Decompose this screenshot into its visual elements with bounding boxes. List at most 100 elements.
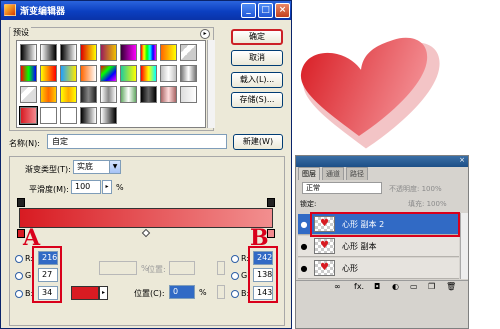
presets-label: 预设	[11, 27, 31, 38]
location-label: 位置(C):	[134, 289, 165, 298]
eye-icon[interactable]: ●	[299, 220, 309, 229]
opacity-stop-left[interactable]	[17, 198, 25, 207]
preset-swatch[interactable]	[40, 107, 57, 124]
preset-swatch[interactable]	[20, 65, 37, 82]
tab-paths[interactable]: 路径	[346, 167, 368, 180]
gradient-editor-dialog: 渐变编辑器 _ □ × 预设 ▸ 确定 取消 载入(L)... 存储(S)...…	[0, 0, 292, 329]
preset-swatch[interactable]	[20, 86, 37, 103]
location-input-disabled	[169, 261, 195, 275]
preset-swatch[interactable]	[160, 44, 177, 61]
delete-stop-disabled	[217, 261, 225, 275]
preset-swatch[interactable]	[80, 86, 97, 103]
preset-swatch[interactable]	[60, 107, 77, 124]
heart-icon: ♥	[320, 240, 329, 251]
gradient-preview-bar	[19, 208, 273, 228]
opacity-stop-right[interactable]	[267, 198, 275, 207]
link-icon[interactable]: ∞	[334, 282, 341, 291]
radio-icon	[15, 254, 23, 263]
preset-swatch[interactable]	[100, 107, 117, 124]
trash-icon[interactable]: 🗑	[446, 282, 456, 291]
preset-swatch[interactable]	[80, 107, 97, 124]
preset-swatch[interactable]	[120, 44, 137, 61]
close-icon[interactable]: ×	[459, 156, 465, 164]
location-unit: %	[199, 288, 207, 297]
tab-layers[interactable]: 图层	[298, 167, 320, 180]
preset-scrollbar[interactable]	[207, 40, 215, 128]
left-b-label[interactable]: B:	[15, 289, 33, 298]
radio-icon	[231, 271, 239, 280]
smoothness-label: 平滑度(M):	[29, 185, 69, 194]
preset-swatch[interactable]	[80, 44, 97, 61]
preset-swatch[interactable]	[100, 86, 117, 103]
left-values-highlight	[32, 246, 62, 303]
right-r-label[interactable]: R:	[231, 254, 249, 263]
preset-swatch[interactable]	[140, 86, 157, 103]
new-button[interactable]: 新建(W)	[233, 134, 283, 150]
name-input[interactable]: 自定	[47, 134, 227, 149]
adjustment-icon[interactable]: ◐	[392, 282, 399, 291]
marker-a-label: A	[23, 225, 41, 251]
preset-swatch[interactable]	[120, 86, 137, 103]
load-button[interactable]: 载入(L)...	[231, 72, 283, 88]
gradient-type-select[interactable]: 实底 ▼	[73, 160, 121, 174]
selected-layer-highlight	[310, 212, 460, 237]
preset-swatch[interactable]	[140, 44, 157, 61]
layer-row[interactable]: ● ♥ 心形 副本	[298, 236, 459, 257]
right-values-highlight	[248, 246, 278, 303]
preset-swatch[interactable]	[40, 86, 57, 103]
preset-swatch[interactable]	[180, 44, 197, 61]
preset-swatch[interactable]	[60, 44, 77, 61]
layers-scrollbar[interactable]	[460, 213, 468, 279]
panel-header: ×	[296, 156, 468, 167]
presets-group	[9, 27, 215, 131]
preset-swatch[interactable]	[20, 44, 37, 61]
new-layer-icon[interactable]: ❐	[428, 282, 435, 291]
color-menu-icon[interactable]: ▸	[99, 286, 108, 300]
preset-swatch[interactable]	[60, 86, 77, 103]
close-button[interactable]: ×	[275, 3, 290, 18]
folder-icon[interactable]: ▭	[410, 282, 418, 291]
app-icon	[4, 4, 16, 16]
heart-icon: ♥	[320, 262, 329, 273]
eye-icon[interactable]: ●	[299, 242, 309, 251]
preset-swatch[interactable]	[40, 65, 57, 82]
preset-swatch[interactable]	[19, 106, 38, 125]
smoothness-arrow-icon[interactable]: ▸	[102, 180, 112, 194]
preset-swatch[interactable]	[160, 65, 177, 82]
preset-swatch[interactable]	[100, 65, 117, 82]
preset-swatch-grid	[16, 40, 206, 128]
radio-icon	[231, 289, 239, 298]
right-b-label[interactable]: B:	[231, 289, 249, 298]
layer-row[interactable]: ● ♥ 心形	[298, 258, 459, 279]
fx-icon[interactable]: fx.	[354, 282, 364, 291]
location-input[interactable]: 0	[169, 285, 195, 299]
name-label: 名称(N):	[9, 139, 40, 148]
preset-swatch[interactable]	[180, 86, 197, 103]
preset-swatch[interactable]	[60, 65, 77, 82]
layer-name: 心形 副本	[342, 242, 377, 251]
preset-swatch[interactable]	[180, 65, 197, 82]
preset-swatch[interactable]	[80, 65, 97, 82]
preset-swatch[interactable]	[100, 44, 117, 61]
eye-icon[interactable]: ●	[299, 264, 309, 273]
layer-thumbnail: ♥	[314, 238, 335, 254]
chevron-down-icon: ▼	[109, 161, 120, 173]
ok-button[interactable]: 确定	[231, 29, 283, 45]
preset-swatch[interactable]	[40, 44, 57, 61]
smoothness-input[interactable]: 100	[71, 180, 101, 194]
left-r-label[interactable]: R:	[15, 254, 33, 263]
blend-mode-select[interactable]: 正常	[302, 182, 382, 194]
opacity-input-disabled	[99, 261, 137, 275]
mask-icon[interactable]: ◘	[374, 282, 380, 291]
maximize-button[interactable]: □	[258, 3, 273, 18]
minimize-button[interactable]: _	[241, 3, 256, 18]
cancel-button[interactable]: 取消	[231, 50, 283, 66]
title-bar: 渐变编辑器 _ □ ×	[1, 1, 291, 20]
preset-swatch[interactable]	[160, 86, 177, 103]
save-button[interactable]: 存储(S)...	[231, 92, 283, 108]
preset-swatch[interactable]	[140, 65, 157, 82]
preset-menu-icon[interactable]: ▸	[200, 29, 210, 39]
stop-color-swatch[interactable]	[71, 286, 99, 300]
tab-channels[interactable]: 通道	[322, 167, 344, 180]
preset-swatch[interactable]	[120, 65, 137, 82]
